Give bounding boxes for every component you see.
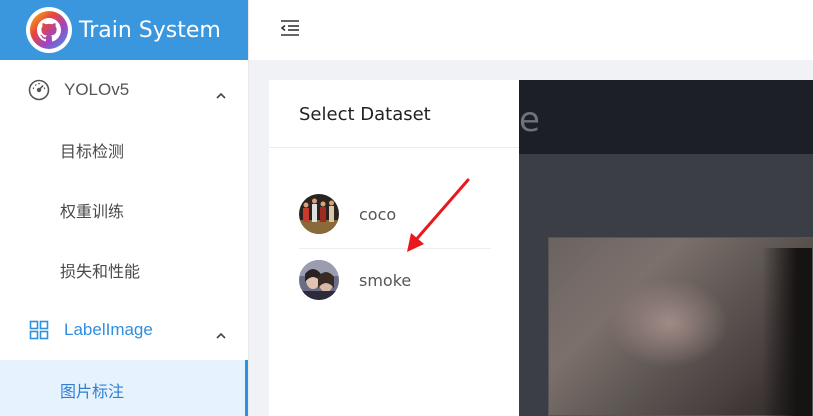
sidebar-item-weight-training[interactable]: 权重训练 (0, 180, 248, 240)
brand-header[interactable]: Train System (0, 0, 248, 60)
menu-group-label: YOLOv5 (64, 80, 130, 99)
dataset-item-smoke[interactable]: smoke (299, 249, 491, 311)
preview-title: e (519, 100, 540, 140)
sidebar-item-image-annotation[interactable]: 图片标注 (0, 360, 248, 416)
dataset-name: smoke (359, 270, 412, 290)
sidebar: Train System YOLOv5 目标检测 权重训练 损失和性能 Labe… (0, 0, 249, 416)
sidebar-item-loss-performance[interactable]: 损失和性能 (0, 240, 248, 300)
preview-header-band: e (519, 80, 813, 154)
annotation-preview: e (519, 80, 813, 416)
sidebar-menu: YOLOv5 目标检测 权重训练 损失和性能 LabelImage 图片标注 (0, 60, 248, 416)
panel-title: Select Dataset (269, 80, 519, 148)
dataset-name: coco (359, 204, 397, 224)
chevron-up-icon (216, 86, 226, 104)
select-dataset-panel: Select Dataset coco smoke (269, 80, 519, 416)
menu-group-yolov5[interactable]: YOLOv5 (0, 60, 248, 120)
dashboard-gauge-icon (28, 79, 50, 101)
app-title: Train System (79, 17, 221, 43)
preview-image (548, 237, 813, 416)
chevron-up-icon (216, 326, 226, 344)
menu-group-label: LabelImage (64, 320, 153, 339)
menu-group-labelimage[interactable]: LabelImage (0, 300, 248, 360)
grid-apps-icon (28, 319, 50, 341)
sidebar-item-object-detection[interactable]: 目标检测 (0, 120, 248, 180)
menu-fold-icon[interactable] (279, 17, 301, 39)
dataset-item-coco[interactable]: coco (299, 150, 491, 249)
dataset-list: coco smoke (269, 150, 519, 311)
avatar (299, 194, 339, 234)
top-header (249, 0, 813, 60)
avatar (299, 260, 339, 300)
github-octocat-logo-icon (26, 7, 72, 53)
